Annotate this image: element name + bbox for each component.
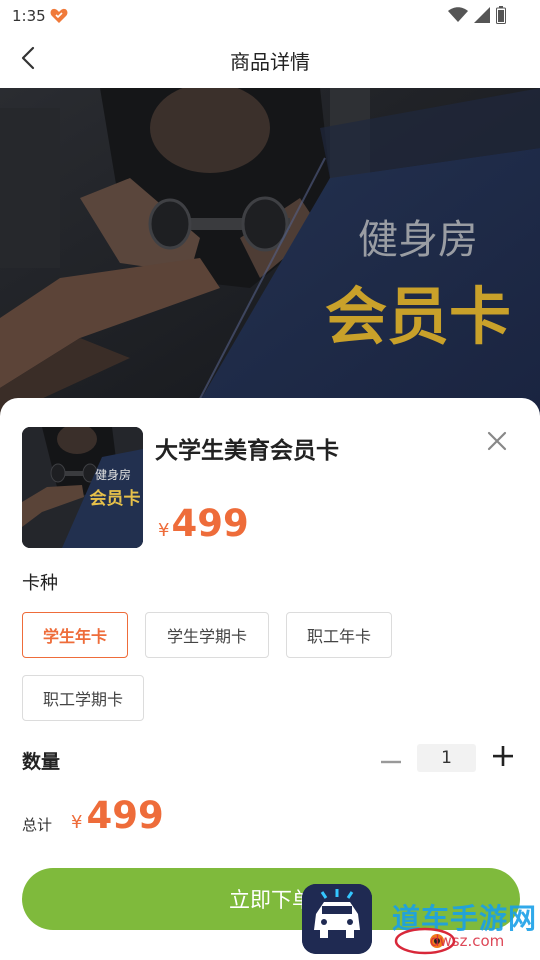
- thumb-line1: 健身房: [95, 467, 131, 482]
- product-thumbnail: 健身房 会员卡: [22, 427, 143, 548]
- minus-icon: [381, 749, 401, 768]
- status-bar: 1:35: [0, 0, 540, 32]
- hero-line2: 会员卡: [325, 280, 511, 353]
- option-student-semester[interactable]: 学生学期卡: [145, 612, 269, 658]
- product-name: 大学生美育会员卡: [155, 438, 339, 464]
- signal-icon: [474, 7, 490, 27]
- nav-bar: 商品详情: [0, 32, 540, 88]
- plus-icon: [493, 746, 513, 770]
- thumb-line2: 会员卡: [90, 488, 141, 509]
- page-title: 商品详情: [230, 50, 310, 74]
- quantity-decrease-button[interactable]: [378, 744, 404, 772]
- total-currency: ¥: [71, 812, 83, 833]
- heart-icon: [50, 8, 68, 24]
- purchase-sheet: 健身房 会员卡 大学生美育会员卡 ¥ 499 卡种 学生年卡 学生学期卡 职工年…: [0, 398, 540, 960]
- hero-image: 健身房 会员卡: [0, 88, 540, 418]
- total-amount: 499: [86, 794, 164, 837]
- price-currency: ¥: [158, 520, 170, 541]
- total-price: ¥ 499: [71, 794, 164, 837]
- price-value: 499: [171, 502, 249, 545]
- product-price: ¥ 499: [158, 502, 249, 545]
- battery-icon: [496, 6, 506, 28]
- status-time: 1:35: [12, 7, 46, 25]
- hero-banner: 健身房 会员卡: [0, 88, 540, 418]
- hero-line1: 健身房: [358, 217, 478, 263]
- quantity-increase-button[interactable]: [489, 744, 517, 772]
- close-icon: [487, 431, 507, 455]
- watermark-url: dwsz.com: [430, 932, 505, 950]
- card-type-label: 卡种: [22, 573, 58, 594]
- wifi-icon: [448, 7, 468, 27]
- option-staff-annual[interactable]: 职工年卡: [286, 612, 392, 658]
- quantity-value[interactable]: 1: [417, 744, 476, 772]
- option-student-annual[interactable]: 学生年卡: [22, 612, 128, 658]
- status-icons: [448, 6, 506, 28]
- total-label: 总计: [22, 816, 53, 834]
- option-staff-semester[interactable]: 职工学期卡: [22, 675, 144, 721]
- quantity-label: 数量: [22, 751, 61, 773]
- close-button[interactable]: [482, 428, 512, 458]
- watermark-logo: [302, 884, 372, 954]
